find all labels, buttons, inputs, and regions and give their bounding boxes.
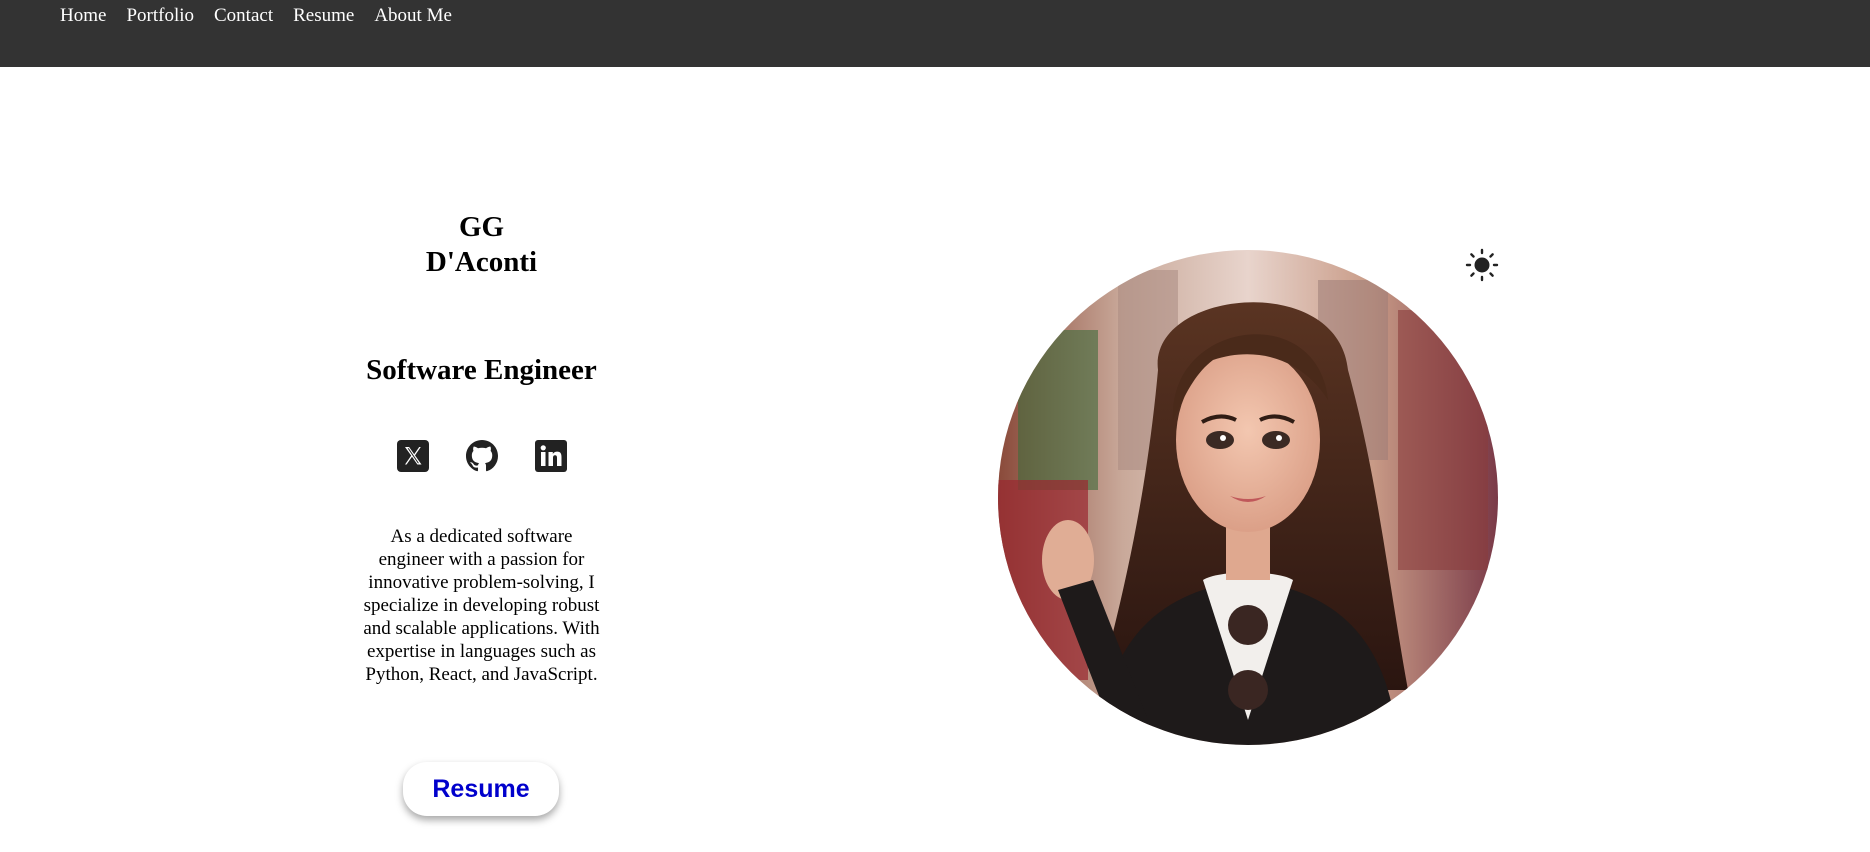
top-navbar: Home Portfolio Contact Resume About Me [0,0,1870,67]
sun-icon [1465,248,1499,282]
profile-name: GG D'Aconti [340,210,623,280]
profile-name-line1: GG [458,211,505,243]
social-links [340,440,623,472]
linkedin-link[interactable] [534,440,567,472]
nav-links: Home Portfolio Contact Resume About Me [60,4,452,28]
cartoon-woman-portrait [998,250,1498,745]
x-twitter-icon [396,440,429,472]
profile-name-line2: D'Aconti [425,246,538,278]
profile-section: GG D'Aconti Software Engineer As a dedic… [340,210,623,816]
nav-home-link[interactable]: Home [60,4,106,28]
github-link[interactable] [465,440,498,472]
resume-button[interactable]: Resume [403,762,559,816]
theme-toggle[interactable] [1465,248,1499,282]
avatar [998,250,1498,745]
nav-portfolio-link[interactable]: Portfolio [126,4,194,28]
nav-resume-link[interactable]: Resume [293,4,354,28]
github-icon [465,440,498,472]
profile-role: Software Engineer [366,354,597,386]
profile-bio: As a dedicated software engineer with a … [363,526,600,685]
x-twitter-link[interactable] [396,440,429,472]
nav-contact-link[interactable]: Contact [214,4,273,28]
nav-about-link[interactable]: About Me [374,4,452,28]
linkedin-icon [534,440,567,472]
